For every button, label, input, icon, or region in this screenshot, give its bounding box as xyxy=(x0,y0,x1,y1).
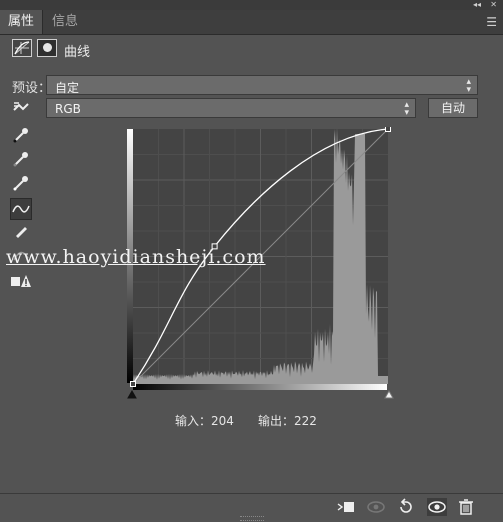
preset-dropdown[interactable]: 自定 ▴ ▾ xyxy=(46,75,478,95)
on-image-adjust-icon[interactable] xyxy=(10,98,32,120)
view-previous-icon[interactable] xyxy=(366,498,386,516)
white-point-eyedropper-icon[interactable] xyxy=(10,174,32,196)
white-point-slider[interactable] xyxy=(384,390,394,399)
dropdown-arrows-icon: ▴ ▾ xyxy=(404,100,409,118)
tab-info[interactable]: 信息 xyxy=(44,10,86,34)
channel-value: RGB xyxy=(55,102,81,116)
black-point-slider[interactable] xyxy=(127,390,137,399)
curve-point-white[interactable] xyxy=(385,127,391,132)
resize-grip[interactable] xyxy=(240,516,264,521)
channel-dropdown[interactable]: RGB ▴ ▾ xyxy=(46,98,416,118)
reset-icon[interactable] xyxy=(396,498,416,516)
curve-point-edit-icon[interactable] xyxy=(10,198,32,220)
black-point-eyedropper-icon[interactable] xyxy=(10,126,32,148)
properties-header: 曲线 xyxy=(0,35,503,65)
panel-bottom-bar xyxy=(0,493,503,522)
visibility-eye-icon[interactable] xyxy=(427,498,447,516)
watermark-text: www.haoyidiansheji.com xyxy=(6,246,266,268)
panel-menu-icon[interactable]: ☰ xyxy=(486,16,497,28)
auto-button[interactable]: 自动 xyxy=(428,98,478,118)
output-readout: 输出：222 xyxy=(258,414,317,428)
curves-adjustment-icon[interactable] xyxy=(12,39,32,57)
panel-top-strip: ◂◂ ✕ xyxy=(0,0,503,10)
input-readout: 输入：204 xyxy=(175,414,234,428)
tab-properties[interactable]: 属性 xyxy=(0,10,44,34)
dropdown-arrows-icon: ▴ ▾ xyxy=(466,77,471,95)
close-panel-icon[interactable]: ✕ xyxy=(490,0,497,9)
delete-trash-icon[interactable] xyxy=(456,498,476,516)
curve-point-black[interactable] xyxy=(130,381,136,387)
layer-mask-icon[interactable] xyxy=(37,39,57,57)
gray-point-eyedropper-icon[interactable] xyxy=(10,150,32,172)
panel-title: 曲线 xyxy=(64,45,91,60)
preset-value: 自定 xyxy=(55,81,80,95)
clipping-warning-icon[interactable] xyxy=(10,272,32,294)
watermark-overlay: www.haoyidiansheji.com xyxy=(0,244,503,270)
clip-to-layer-icon[interactable] xyxy=(336,498,356,516)
pencil-draw-icon[interactable] xyxy=(10,222,32,244)
tab-bar: 属性 信息 ☰ xyxy=(0,10,503,35)
collapse-panels-icon[interactable]: ◂◂ xyxy=(473,0,481,9)
